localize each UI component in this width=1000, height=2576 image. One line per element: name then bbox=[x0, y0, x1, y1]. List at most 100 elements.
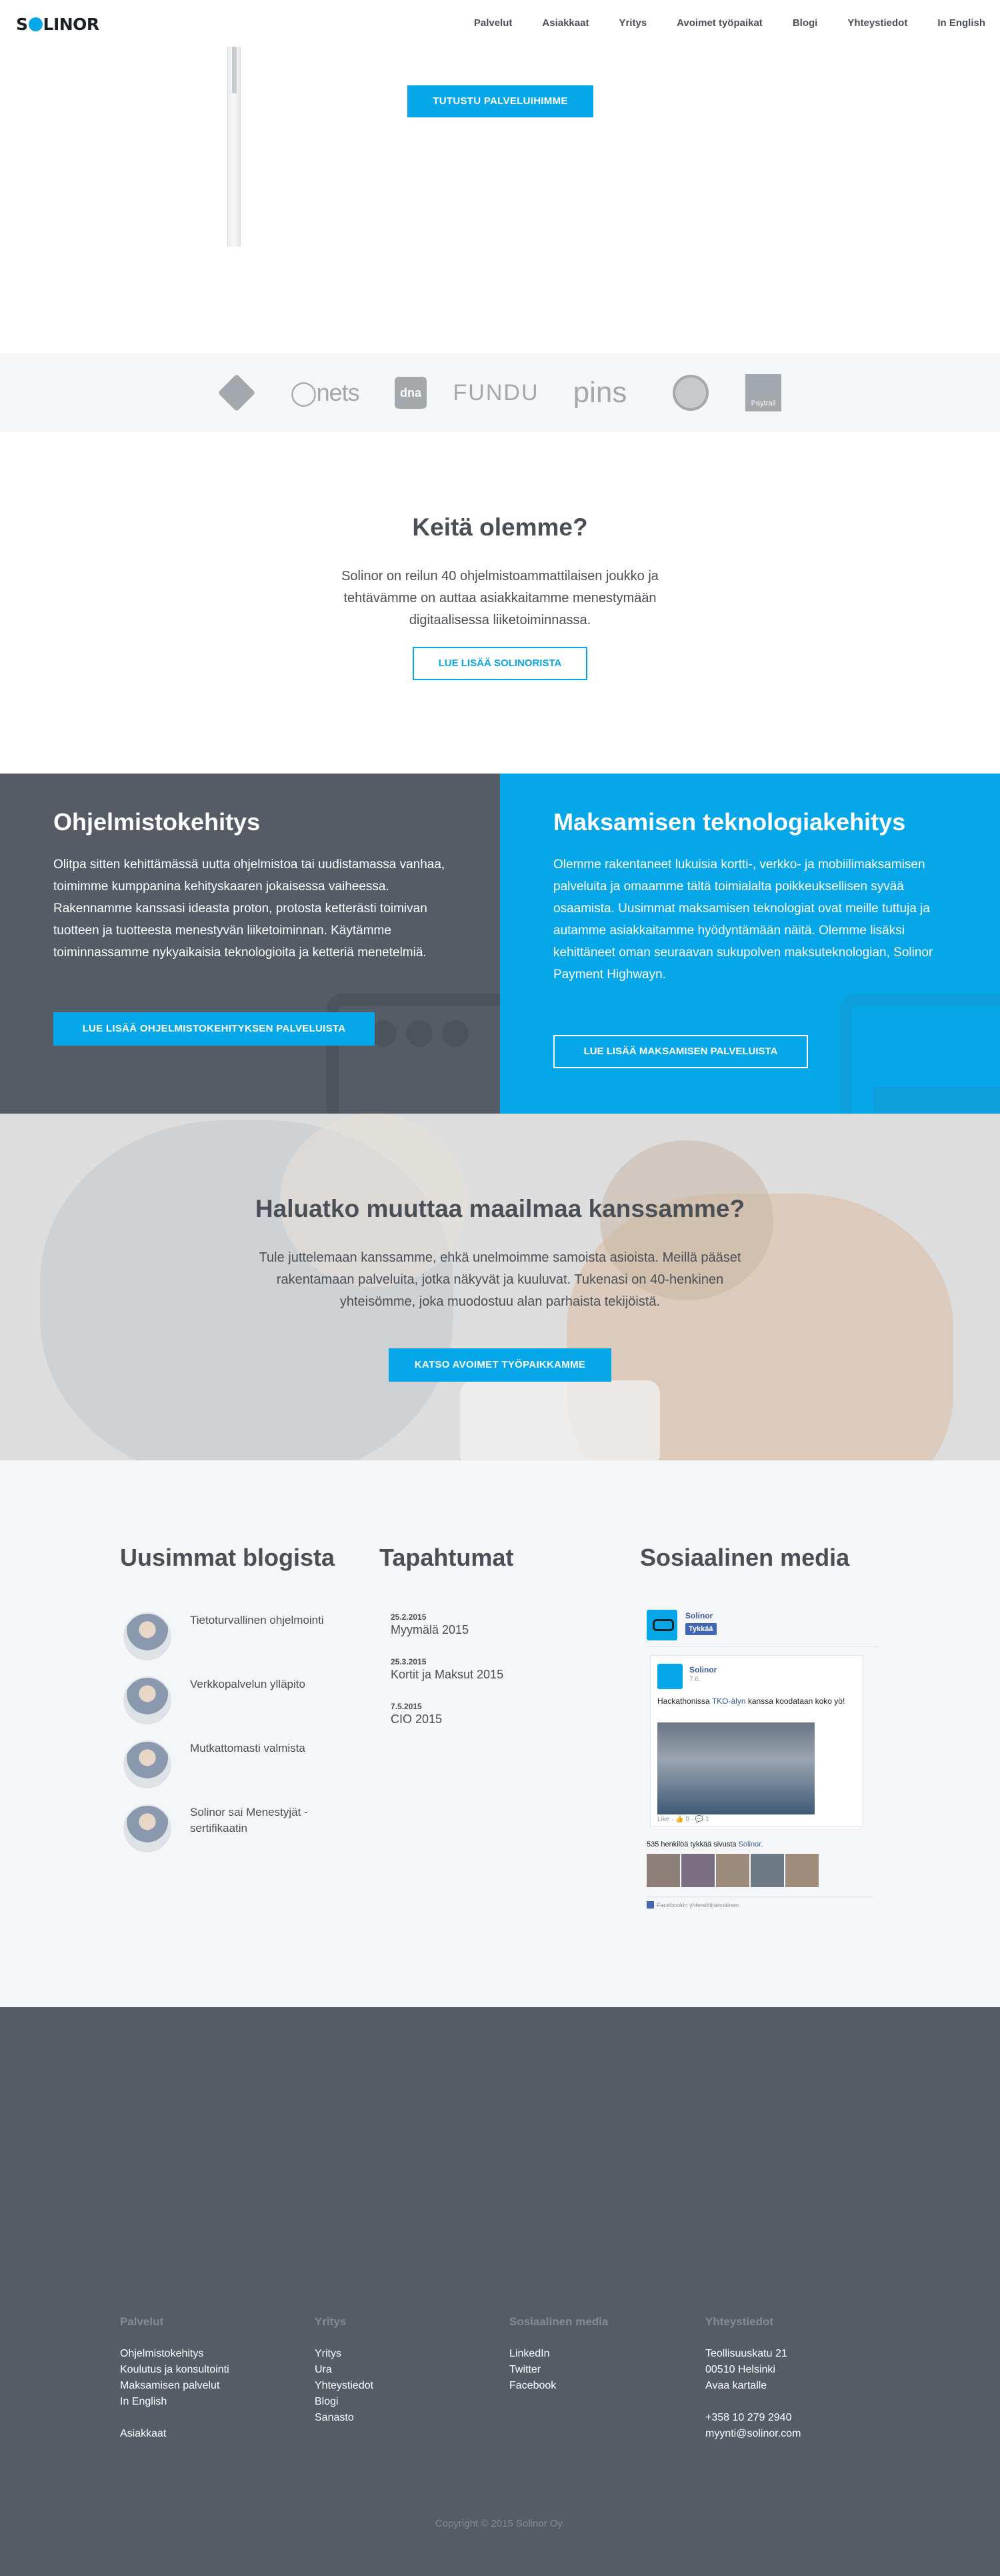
footer-services: Palvelut Ohjelmistokehitys Koulutus ja k… bbox=[120, 2315, 293, 2442]
footer-link-twitter[interactable]: Twitter bbox=[509, 2362, 683, 2378]
fb-page-name[interactable]: Solinor bbox=[685, 1611, 713, 1620]
fan-avatar[interactable] bbox=[716, 1854, 749, 1887]
post-photo[interactable] bbox=[657, 1722, 815, 1814]
services-button[interactable]: TUTUSTU PALVELUIHIMME bbox=[407, 85, 593, 117]
browser-dots-icon bbox=[370, 1020, 469, 1047]
footer-link[interactable]: Ura bbox=[315, 2362, 488, 2378]
open-map-link[interactable]: Avaa kartalle bbox=[705, 2378, 879, 2394]
site-header: S LINOR Palvelut Asiakkaat Yritys Avoimet… bbox=[0, 0, 1000, 47]
yle-logo-icon bbox=[217, 373, 256, 412]
author-avatar bbox=[123, 1740, 171, 1788]
fb-page-header: Solinor Tykkää bbox=[645, 1610, 879, 1647]
copyright: Copyright © 2015 Solinor Oy. bbox=[435, 2518, 565, 2529]
footer-link-facebook[interactable]: Facebook bbox=[509, 2378, 683, 2394]
services-columns: Ohjelmistokehitys Olitpa sitten kehittäm… bbox=[0, 774, 1000, 1114]
open-positions-button[interactable]: KATSO AVOIMET TYÖPAIKKAMME bbox=[389, 1348, 611, 1382]
footer-link-linkedin[interactable]: LinkedIn bbox=[509, 2346, 683, 2362]
who-title: Keitä olemme? bbox=[412, 513, 588, 541]
fb-post: Solinor 7.6. Hackathonissa TKO-älyn kans… bbox=[650, 1655, 863, 1827]
footer-company-title: Yritys bbox=[315, 2315, 347, 2328]
dna-logo-icon: dna bbox=[395, 373, 427, 412]
blog-post-title[interactable]: Mutkattomasti valmista bbox=[190, 1740, 343, 1756]
blog-post[interactable]: Mutkattomasti valmista bbox=[123, 1740, 350, 1794]
footer-link[interactable]: Koulutus ja konsultointi bbox=[120, 2362, 293, 2378]
footer-link[interactable]: Ohjelmistokehitys bbox=[120, 2346, 293, 2362]
footer-link-clients[interactable]: Asiakkaat bbox=[120, 2426, 293, 2442]
blog-post[interactable]: Solinor sai Menestyjät -sertifikaatin bbox=[123, 1804, 350, 1858]
post-text: Hackathonissa TKO-älyn kanssa koodataan … bbox=[657, 1696, 845, 1706]
nets-logo-icon: ◯nets bbox=[290, 379, 359, 406]
event-item[interactable]: 7.5.2015 CIO 2015 bbox=[391, 1702, 591, 1726]
nav-blogi[interactable]: Blogi bbox=[793, 17, 818, 29]
event-date: 7.5.2015 bbox=[391, 1702, 422, 1711]
blog-post-title[interactable]: Verkkopalvelun ylläpito bbox=[190, 1676, 343, 1692]
read-more-solinor-button[interactable]: LUE LISÄÄ SOLINORISTA bbox=[413, 647, 587, 680]
blog-post[interactable]: Verkkopalvelun ylläpito bbox=[123, 1676, 350, 1730]
post-author[interactable]: Solinor bbox=[689, 1665, 717, 1674]
event-item[interactable]: 25.3.2015 Kortit ja Maksut 2015 bbox=[391, 1657, 591, 1682]
hero-section: TUTUSTU PALVELUIHIMME bbox=[0, 47, 1000, 353]
fan-avatar[interactable] bbox=[647, 1854, 680, 1887]
footer-link[interactable]: In English bbox=[120, 2394, 293, 2410]
nav-in-english[interactable]: In English bbox=[937, 17, 985, 29]
fb-like-button[interactable]: Tykkää bbox=[685, 1623, 717, 1635]
phone-stylus bbox=[232, 47, 237, 93]
nav-yhteystiedot[interactable]: Yhteystiedot bbox=[847, 17, 907, 29]
fundu-logo-icon: FUNDU bbox=[453, 379, 539, 405]
event-name[interactable]: Kortit ja Maksut 2015 bbox=[391, 1668, 591, 1682]
facebook-widget: Solinor Tykkää Solinor 7.6. Hackathoniss… bbox=[645, 1600, 879, 1920]
event-name[interactable]: Myymälä 2015 bbox=[391, 1623, 591, 1637]
site-footer: Palvelut Ohjelmistokehitys Koulutus ja k… bbox=[0, 2007, 1000, 2576]
author-avatar bbox=[123, 1804, 171, 1852]
payment-services-button[interactable]: LUE LISÄÄ MAKSAMISEN PALVELUISTA bbox=[553, 1035, 808, 1068]
fan-avatar[interactable] bbox=[785, 1854, 819, 1887]
fb-page-link[interactable]: Solinor. bbox=[739, 1840, 763, 1848]
solinor-logo[interactable]: S LINOR bbox=[16, 15, 99, 34]
phone-illustration bbox=[227, 47, 241, 247]
careers-text: Tule juttelemaan kanssamme, ehkä unelmoi… bbox=[259, 1250, 741, 1309]
post-actions[interactable]: Like · 👍 0 · 💬 1 bbox=[657, 1816, 709, 1823]
footer-company: Yritys Yritys Ura Yhteystiedot Blogi San… bbox=[315, 2315, 488, 2426]
blog-post-title[interactable]: Solinor sai Menestyjät -sertifikaatin bbox=[190, 1804, 343, 1836]
events-title: Tapahtumat bbox=[379, 1544, 514, 1571]
software-column: Ohjelmistokehitys Olitpa sitten kehittäm… bbox=[0, 774, 500, 1114]
footer-link[interactable]: Yritys bbox=[315, 2346, 488, 2362]
event-item[interactable]: 25.2.2015 Myymälä 2015 bbox=[391, 1612, 591, 1637]
blog-post-title[interactable]: Tietoturvallinen ohjelmointi bbox=[190, 1612, 343, 1628]
fb-fan-faces bbox=[647, 1854, 819, 1887]
footer-link[interactable]: Yhteystiedot bbox=[315, 2378, 488, 2394]
fan-avatar[interactable] bbox=[681, 1854, 715, 1887]
email-link[interactable]: myynti@solinor.com bbox=[705, 2426, 879, 2442]
footer-link[interactable]: Blogi bbox=[315, 2394, 488, 2410]
footer-contact-title: Yhteystiedot bbox=[705, 2315, 774, 2328]
phone-link[interactable]: +358 10 279 2940 bbox=[705, 2410, 879, 2426]
payments-title: Maksamisen teknologiakehitys bbox=[553, 808, 906, 836]
fb-fans-count: 535 henkilöä tykkää sivusta Solinor. bbox=[647, 1840, 763, 1848]
solinor-glasses-icon bbox=[647, 1610, 677, 1640]
footer-link[interactable]: Maksamisen palvelut bbox=[120, 2378, 293, 2394]
main-nav: Palvelut Asiakkaat Yritys Avoimet työpai… bbox=[474, 17, 985, 29]
careers-section: Haluatko muuttaa maailmaa kanssamme? Tul… bbox=[0, 1114, 1000, 1460]
event-date: 25.2.2015 bbox=[391, 1612, 427, 1622]
event-date: 25.3.2015 bbox=[391, 1657, 427, 1666]
who-section: Keitä olemme? Solinor on reilun 40 ohjel… bbox=[0, 432, 1000, 774]
software-services-button[interactable]: LUE LISÄÄ OHJELMISTOKEHITYKSEN PALVELUIS… bbox=[53, 1012, 375, 1046]
post-date: 7.6. bbox=[689, 1676, 701, 1683]
nav-avoimet-tyopaikat[interactable]: Avoimet työpaikat bbox=[677, 17, 763, 29]
fan-avatar[interactable] bbox=[751, 1854, 784, 1887]
address-street: Teollisuuskatu 21 bbox=[705, 2348, 787, 2359]
post-avatar bbox=[657, 1664, 683, 1689]
address-city: 00510 Helsinki bbox=[705, 2364, 775, 2375]
nav-yritys[interactable]: Yritys bbox=[619, 17, 647, 29]
author-avatar bbox=[123, 1676, 171, 1724]
footer-social: Sosiaalinen media LinkedIn Twitter Faceb… bbox=[509, 2315, 683, 2394]
browser-icon bbox=[327, 994, 500, 1114]
event-name[interactable]: CIO 2015 bbox=[391, 1712, 591, 1726]
nav-asiakkaat[interactable]: Asiakkaat bbox=[542, 17, 589, 29]
fb-plugin-footer: Facebookin yhteisöliitännäinen bbox=[647, 1896, 873, 1908]
blog-post[interactable]: Tietoturvallinen ohjelmointi bbox=[123, 1612, 350, 1666]
nav-palvelut[interactable]: Palvelut bbox=[474, 17, 513, 29]
post-mention-link[interactable]: TKO-älyn bbox=[712, 1696, 746, 1706]
footer-services-title: Palvelut bbox=[120, 2315, 164, 2328]
footer-link[interactable]: Sanasto bbox=[315, 2410, 488, 2426]
